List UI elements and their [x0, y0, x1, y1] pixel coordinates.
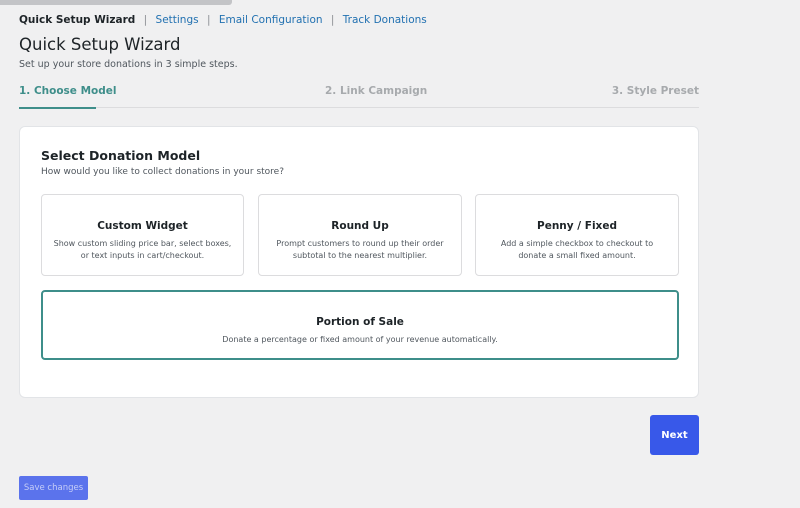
option-penny-fixed[interactable]: Penny / Fixed Add a simple checkbox to c…	[475, 194, 679, 276]
option-title: Portion of Sale	[316, 316, 404, 328]
save-changes-button[interactable]: Save changes	[19, 476, 88, 500]
option-description: Donate a percentage or fixed amount of y…	[222, 335, 498, 344]
step-link-campaign[interactable]: 2. Link Campaign	[325, 85, 427, 97]
step-style-preset[interactable]: 3. Style Preset	[612, 85, 699, 97]
page-subtitle: Set up your store donations in 3 simple …	[19, 59, 238, 70]
option-description: Add a simple checkbox to checkout to don…	[500, 239, 654, 260]
card-title: Select Donation Model	[41, 148, 201, 163]
step-choose-model[interactable]: 1. Choose Model	[19, 85, 116, 97]
option-title: Round Up	[331, 220, 389, 232]
card-description: How would you like to collect donations …	[41, 167, 284, 177]
top-bar-fragment	[0, 0, 232, 5]
option-description: Show custom sliding price bar, select bo…	[53, 239, 232, 260]
subnav-link-track-donations[interactable]: Track Donations	[343, 14, 427, 26]
wizard-steps: 1. Choose Model 2. Link Campaign 3. Styl…	[19, 84, 699, 109]
subnav-current: Quick Setup Wizard	[19, 14, 136, 26]
next-button[interactable]: Next	[650, 415, 699, 455]
option-custom-widget[interactable]: Custom Widget Show custom sliding price …	[41, 194, 244, 276]
option-portion-of-sale[interactable]: Portion of Sale Donate a percentage or f…	[41, 290, 679, 360]
subnav-separator: |	[143, 14, 148, 26]
sub-navigation: Quick Setup Wizard | Settings | Email Co…	[19, 13, 427, 27]
option-description: Prompt customers to round up their order…	[276, 239, 444, 260]
active-step-indicator	[19, 107, 96, 109]
subnav-link-email-configuration[interactable]: Email Configuration	[219, 14, 323, 26]
page-title: Quick Setup Wizard	[19, 35, 181, 54]
donation-model-card: Select Donation Model How would you like…	[19, 126, 699, 398]
subnav-separator: |	[330, 14, 335, 26]
option-title: Custom Widget	[97, 220, 188, 232]
option-round-up[interactable]: Round Up Prompt customers to round up th…	[258, 194, 462, 276]
subnav-link-settings[interactable]: Settings	[156, 14, 199, 26]
option-title: Penny / Fixed	[537, 220, 617, 232]
subnav-separator: |	[206, 14, 211, 26]
